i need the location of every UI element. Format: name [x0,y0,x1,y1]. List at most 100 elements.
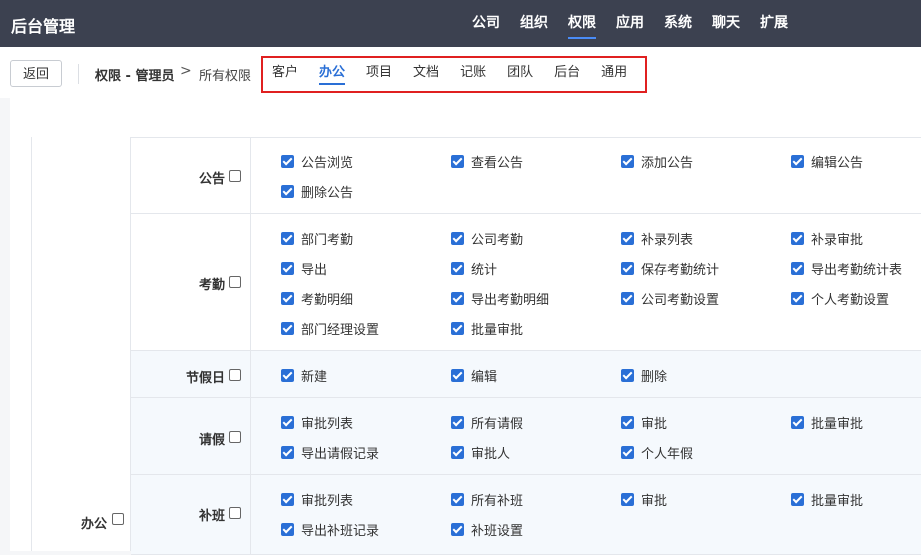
checkbox-checked-icon[interactable] [621,445,634,459]
checkbox-checked-icon[interactable] [451,231,464,245]
permission-checkbox[interactable]: 导出 [281,260,327,278]
permission-checkbox[interactable]: 补录审批 [791,230,863,248]
checkbox-checked-icon[interactable] [791,492,804,506]
checkbox-checked-icon[interactable] [451,492,464,506]
checkbox-checked-icon[interactable] [791,291,804,305]
permission-checkbox[interactable]: 补班设置 [451,521,523,539]
permission-checkbox[interactable]: 公告浏览 [281,153,353,171]
permission-checkbox[interactable]: 个人考勤设置 [791,290,889,308]
section-checkbox[interactable] [229,369,241,381]
permission-checkbox[interactable]: 批量审批 [791,414,863,432]
permission-checkbox[interactable]: 审批列表 [281,414,353,432]
permission-checkbox[interactable]: 部门考勤 [281,230,353,248]
checkbox-checked-icon[interactable] [281,415,294,429]
checkbox-checked-icon[interactable] [281,445,294,459]
permission-label: 个人年假 [641,446,694,462]
permission-checkbox[interactable]: 公司考勤 [451,230,523,248]
permission-checkbox[interactable]: 删除 [621,367,667,385]
nav-item-chat[interactable]: 聊天 [712,0,740,47]
section-checkbox[interactable] [229,507,241,519]
checkbox-checked-icon[interactable] [621,492,634,506]
checkbox-checked-icon[interactable] [791,261,804,275]
permission-label: 审批列表 [301,493,354,509]
permission-label: 删除公告 [301,185,354,201]
permission-checkbox[interactable]: 导出考勤统计表 [791,260,902,278]
checkbox-checked-icon[interactable] [281,261,294,275]
permission-checkbox[interactable]: 统计 [451,260,497,278]
permission-checkbox[interactable]: 编辑 [451,367,497,385]
permission-checkbox[interactable]: 公司考勤设置 [621,290,720,308]
tab-document[interactable]: 文档 [413,64,439,88]
nav-item-extend[interactable]: 扩展 [760,0,788,47]
permission-label: 公司考勤设置 [641,292,720,308]
permission-checkbox[interactable]: 所有请假 [451,414,524,432]
checkbox-checked-icon[interactable] [621,231,634,245]
checkbox-checked-icon[interactable] [281,231,294,245]
group-checkbox[interactable] [112,513,124,525]
nav-item-org[interactable]: 组织 [520,0,548,47]
permission-checkbox[interactable]: 导出补班记录 [281,521,379,539]
checkbox-checked-icon[interactable] [621,154,634,168]
permission-checkbox[interactable]: 编辑公告 [791,153,863,171]
nav-item-permission[interactable]: 权限 [568,0,596,47]
tab-accounting[interactable]: 记账 [460,64,486,88]
nav-item-company[interactable]: 公司 [472,0,500,47]
checkbox-checked-icon[interactable] [451,321,464,335]
checkbox-checked-icon[interactable] [451,445,464,459]
section-checkbox[interactable] [229,170,241,182]
permission-label: 导出请假记录 [301,446,380,462]
checkbox-checked-icon[interactable] [281,154,294,168]
permission-checkbox[interactable]: 添加公告 [621,153,693,171]
tab-customer[interactable]: 客户 [272,64,298,88]
checkbox-checked-icon[interactable] [281,321,294,335]
checkbox-checked-icon[interactable] [451,154,464,168]
checkbox-checked-icon[interactable] [281,184,294,198]
section-checkbox[interactable] [229,431,241,443]
tab-office[interactable]: 办公 [319,64,346,88]
checkbox-checked-icon[interactable] [621,261,634,275]
permission-checkbox[interactable]: 保存考勤统计 [621,260,719,278]
permission-checkbox[interactable]: 删除公告 [281,183,354,201]
permission-row: 节假日 新建 编辑 删除 [131,351,921,398]
checkbox-checked-icon[interactable] [451,415,464,429]
permission-checkbox[interactable]: 批量审批 [451,320,523,338]
checkbox-checked-icon[interactable] [281,522,294,536]
permission-checkbox[interactable]: 考勤明细 [281,290,353,308]
checkbox-checked-icon[interactable] [621,291,634,305]
section-checkbox[interactable] [229,276,241,288]
permission-checkbox[interactable]: 审批人 [451,444,510,462]
permission-label: 所有请假 [471,416,524,432]
permission-checkbox[interactable]: 审批列表 [281,491,354,509]
checkbox-checked-icon[interactable] [281,492,294,506]
checkbox-checked-icon[interactable] [791,154,804,168]
permission-checkbox[interactable]: 个人年假 [621,444,694,462]
permission-checkbox[interactable]: 新建 [281,367,327,385]
permission-checkbox[interactable]: 所有补班 [451,491,523,509]
checkbox-checked-icon[interactable] [621,368,634,382]
checkbox-checked-icon[interactable] [281,368,294,382]
nav-item-apps[interactable]: 应用 [616,0,644,47]
permission-checkbox[interactable]: 查看公告 [451,153,523,171]
checkbox-checked-icon[interactable] [791,415,804,429]
checkbox-checked-icon[interactable] [791,231,804,245]
checkbox-checked-icon[interactable] [621,415,634,429]
checkbox-checked-icon[interactable] [451,522,464,536]
nav-item-system[interactable]: 系统 [664,0,692,47]
permission-checkbox[interactable]: 导出考勤明细 [451,290,549,308]
tab-general[interactable]: 通用 [601,64,627,88]
checkbox-checked-icon[interactable] [451,261,464,275]
tab-backend[interactable]: 后台 [554,64,580,88]
tab-team[interactable]: 团队 [507,64,533,88]
permission-label: 部门经理设置 [301,322,380,338]
tab-project[interactable]: 项目 [366,64,392,88]
permission-checkbox[interactable]: 审批 [621,491,667,509]
back-button[interactable]: 返回 [10,60,62,87]
checkbox-checked-icon[interactable] [451,368,464,382]
permission-checkbox[interactable]: 补录列表 [621,230,693,248]
permission-checkbox[interactable]: 导出请假记录 [281,444,380,462]
checkbox-checked-icon[interactable] [281,291,294,305]
checkbox-checked-icon[interactable] [451,291,464,305]
permission-checkbox[interactable]: 审批 [621,414,667,432]
permission-checkbox[interactable]: 部门经理设置 [281,320,380,338]
permission-checkbox[interactable]: 批量审批 [791,491,863,509]
